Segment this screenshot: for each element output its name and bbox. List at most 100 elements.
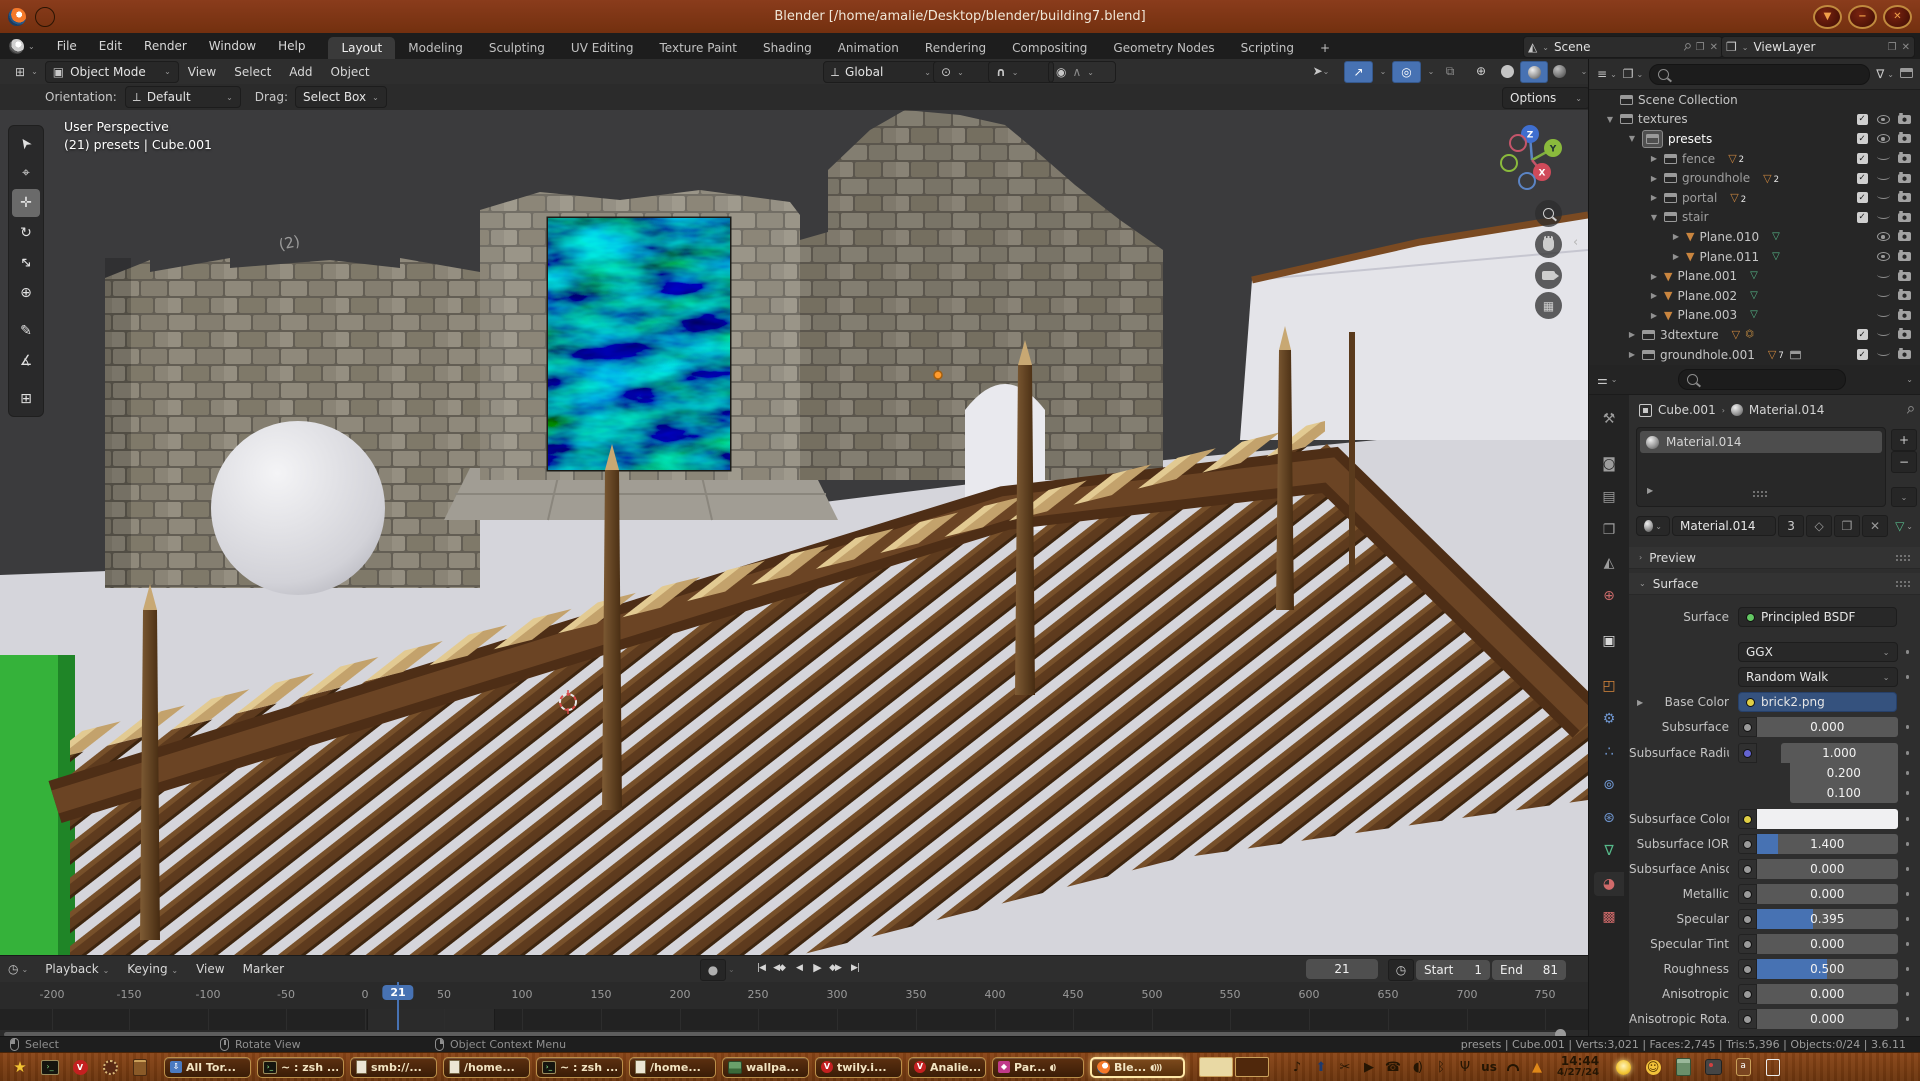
menu-select[interactable]: Select xyxy=(225,65,280,79)
surface-panel-header[interactable]: ⌄Surface xyxy=(1629,573,1920,595)
outliner-row-3dtexture[interactable]: ▶ 3dtexture ▽ ⏣ ✓ xyxy=(1589,325,1920,345)
preview-panel-header[interactable]: ›Preview xyxy=(1629,547,1920,569)
taskbar-window-twily[interactable]: Vtwily.i... xyxy=(815,1057,902,1078)
camera-render-toggle[interactable] xyxy=(1897,134,1911,143)
tray-clipboard-scissors-icon[interactable]: ✂ xyxy=(1333,1060,1357,1075)
menu-file[interactable]: File xyxy=(46,33,88,59)
subsurface-ior-slider[interactable]: 1.400 xyxy=(1757,834,1898,854)
tray-upload-icon[interactable]: ⬆ xyxy=(1309,1060,1333,1075)
eye-open-toggle[interactable] xyxy=(1876,232,1890,241)
portal-surface[interactable] xyxy=(548,218,730,470)
tray-wifi-icon[interactable] xyxy=(1501,1060,1525,1075)
disclosure-closed-icon[interactable]: ▶ xyxy=(1649,311,1659,320)
tray-phone-icon[interactable]: ☎ xyxy=(1381,1060,1405,1075)
subsurface-color-swatch[interactable] xyxy=(1757,809,1898,829)
outliner-row-textures[interactable]: ▼ textures ✓ xyxy=(1589,110,1920,130)
view-menu[interactable]: View xyxy=(187,962,233,976)
keyframe-dot[interactable] xyxy=(1906,867,1910,871)
keyframe-dot[interactable] xyxy=(1906,725,1910,729)
current-frame-field[interactable]: 21 xyxy=(1306,959,1378,979)
keyframe-dot[interactable] xyxy=(1906,917,1910,921)
radius-x-slider[interactable]: 1.000 xyxy=(1781,743,1898,763)
duplicate-material-button[interactable]: ❐ xyxy=(1834,515,1860,537)
roughness-slider[interactable]: 0.500 xyxy=(1757,959,1898,979)
keyframe-dot[interactable] xyxy=(1906,992,1910,996)
cursor-tool[interactable]: ⌖ xyxy=(12,159,40,187)
white-sphere[interactable] xyxy=(211,421,385,595)
xray-toggle[interactable]: ⧉ xyxy=(1438,61,1462,81)
outliner-row-portal[interactable]: ▶ portal ▽2 ✓ xyxy=(1589,188,1920,208)
checkbox-toggle[interactable]: ✓ xyxy=(1855,133,1869,144)
camera-render-toggle[interactable] xyxy=(1897,232,1911,241)
camera-render-toggle[interactable] xyxy=(1897,115,1911,124)
disclosure-closed-icon[interactable]: ▶ xyxy=(1649,193,1659,202)
scene-canvas[interactable]: (2) xyxy=(0,110,1588,955)
shading-rendered-button[interactable] xyxy=(1546,61,1572,81)
remove-viewlayer-icon[interactable]: ✕ xyxy=(1902,42,1910,53)
keyframe-dot[interactable] xyxy=(1906,967,1910,971)
disclosure-closed-icon[interactable]: ▶ xyxy=(1649,174,1659,183)
outliner-row-scene-collection[interactable]: Scene Collection xyxy=(1589,90,1920,110)
subsurface-method-dropdown[interactable]: Random Walk ⌄ xyxy=(1738,667,1898,687)
material-name-field[interactable]: Material.014 xyxy=(1672,516,1776,536)
camera-render-toggle[interactable] xyxy=(1897,252,1911,261)
options-dropdown[interactable]: Options ⌄ xyxy=(1502,87,1590,109)
disclosure-closed-icon[interactable]: ▶ xyxy=(1671,232,1681,241)
checkbox-toggle[interactable]: ✓ xyxy=(1855,192,1869,203)
transform-orientation-dropdown[interactable]: ⟂ Global ⌄ xyxy=(823,61,939,83)
timeline-editor-dropdown[interactable]: ◷⌄ xyxy=(8,962,28,976)
shading-material-button[interactable] xyxy=(1520,61,1548,83)
marker-menu[interactable]: Marker xyxy=(234,962,293,976)
checkbox-toggle[interactable]: ✓ xyxy=(1855,349,1869,360)
eye-closed-toggle[interactable] xyxy=(1876,275,1890,278)
camera-render-toggle[interactable] xyxy=(1897,311,1911,320)
anisotropic-slider[interactable]: 0.000 xyxy=(1757,984,1898,1004)
drag-setting-dropdown[interactable]: Select Box ⌄ xyxy=(295,86,387,108)
material-tab[interactable]: ◕ xyxy=(1594,872,1624,896)
checkbox-toggle[interactable]: ✓ xyxy=(1855,173,1869,184)
playhead-frame-label[interactable]: 21 xyxy=(382,985,413,1000)
constraints-tab[interactable]: ⊛ xyxy=(1594,806,1624,830)
pin-icon[interactable]: ⚲ xyxy=(1903,403,1916,416)
eye-open-toggle[interactable] xyxy=(1876,115,1890,124)
resize-grip[interactable] xyxy=(1752,490,1768,497)
pin-icon[interactable]: ⚲ xyxy=(1681,40,1694,53)
radius-y-slider[interactable]: 0.200 xyxy=(1790,763,1898,783)
camera-render-toggle[interactable] xyxy=(1897,193,1911,202)
editor-type-button[interactable]: ⊞⌄ xyxy=(8,62,45,82)
shading-solid-button[interactable] xyxy=(1494,61,1520,81)
play-button[interactable]: ▶ xyxy=(808,961,826,974)
start-frame-field[interactable]: Start 1 xyxy=(1416,960,1490,980)
add-slot-button[interactable]: + xyxy=(1891,429,1917,451)
texture-tab[interactable]: ▩ xyxy=(1594,905,1624,929)
workspace-pager-current[interactable] xyxy=(1199,1057,1233,1077)
viewlayer-selector[interactable]: ❐ ⌄ ViewLayer ❐ ✕ xyxy=(1721,36,1915,58)
tray-music-icon[interactable]: ♪ xyxy=(1285,1060,1309,1075)
zoom-view-button[interactable] xyxy=(1535,200,1562,227)
menu-add[interactable]: Add xyxy=(280,65,321,79)
material-type-dropdown[interactable]: ⌄ xyxy=(1636,516,1670,536)
launcher-terminal-icon[interactable]: ›_ xyxy=(40,1057,60,1077)
outliner-display-mode-dropdown[interactable]: ≡⌄ xyxy=(1597,67,1617,81)
distribution-dropdown[interactable]: GGX ⌄ xyxy=(1738,642,1898,662)
material-slot-list[interactable]: Material.014 ▶ xyxy=(1636,427,1886,507)
scene-tab[interactable]: ◭ xyxy=(1594,551,1624,575)
taskbar-clock[interactable]: 14:44 4/27/24 xyxy=(1557,1056,1599,1078)
keyframe-dot[interactable] xyxy=(1906,751,1910,755)
disclosure-closed-icon[interactable]: ▶ xyxy=(1627,350,1637,359)
proportional-editing-group[interactable]: ◉ ∧ ⌄ xyxy=(1048,61,1116,83)
taskbar-window-wallpaper[interactable]: wallpa... xyxy=(722,1057,809,1078)
selectability-dropdown[interactable]: ➤⌄ xyxy=(1303,61,1339,81)
new-scene-icon[interactable]: ❐ xyxy=(1696,42,1705,53)
checkbox-toggle[interactable]: ✓ xyxy=(1855,114,1869,125)
checkbox-toggle[interactable]: ✓ xyxy=(1855,329,1869,340)
camera-render-toggle[interactable] xyxy=(1897,154,1911,163)
overlays-toggle[interactable]: ◎ xyxy=(1392,61,1421,83)
keyframe-dot[interactable] xyxy=(1906,791,1910,795)
gizmo-toggle[interactable]: ↗ xyxy=(1344,61,1373,83)
next-keyframe-button[interactable]: ◆▶ xyxy=(826,963,844,973)
gizmo-y-negative[interactable] xyxy=(1501,155,1517,171)
tab-compositing[interactable]: Compositing xyxy=(999,37,1100,59)
outliner-row-groundhole[interactable]: ▶ groundhole ▽2 ✓ xyxy=(1589,168,1920,188)
checkbox-toggle[interactable]: ✓ xyxy=(1855,153,1869,164)
